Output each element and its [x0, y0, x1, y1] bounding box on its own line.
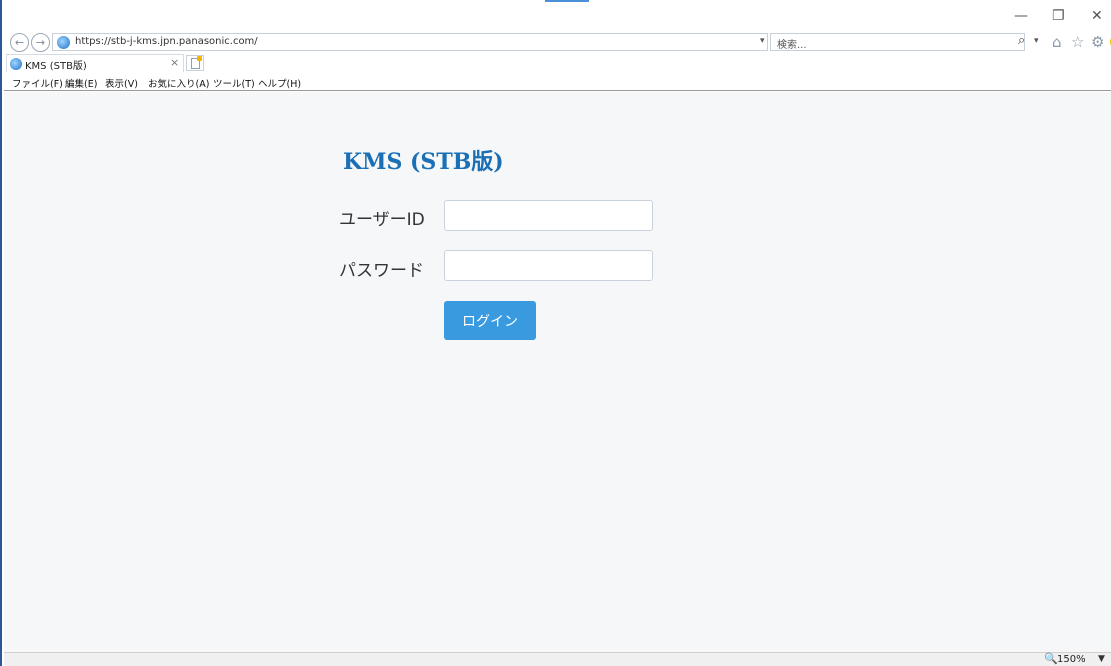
- page-content: KMS (STB版) ユーザーID パスワード ログイン: [4, 92, 1111, 652]
- menu-item-favorites[interactable]: お気に入り(A): [148, 76, 209, 90]
- minimize-icon[interactable]: —: [1014, 8, 1028, 24]
- tab-row: KMS (STB版) ×: [4, 54, 1111, 72]
- star-icon[interactable]: ☆: [1071, 33, 1084, 51]
- zoom-icon[interactable]: 🔍: [1044, 652, 1058, 665]
- window-top-indicator: [545, 0, 589, 2]
- restore-icon[interactable]: ❐: [1052, 8, 1065, 24]
- home-icon[interactable]: ⌂: [1052, 33, 1062, 51]
- url-text[interactable]: https://stb-j-kms.jpn.panasonic.com/: [75, 36, 258, 47]
- menu-item-tools[interactable]: ツール(T): [213, 76, 255, 90]
- password-label: パスワード: [339, 261, 424, 281]
- tab-kms[interactable]: KMS (STB版) ×: [6, 54, 184, 72]
- status-bar: 🔍 150% ▼: [4, 652, 1111, 666]
- tab-title: KMS (STB版): [25, 61, 87, 72]
- menu-item-file[interactable]: ファイル(F): [12, 76, 63, 90]
- login-button[interactable]: ログイン: [444, 301, 536, 340]
- browser-window: — ❐ ✕ ← → https://stb-j-kms.jpn.panasoni…: [0, 0, 1111, 666]
- tab-favicon-icon: [10, 58, 22, 70]
- user-id-field[interactable]: [444, 200, 653, 231]
- address-row: ← → https://stb-j-kms.jpn.panasonic.com/…: [8, 33, 1111, 52]
- page-icon: [57, 36, 70, 49]
- search-placeholder: 検索...: [777, 40, 807, 51]
- page-title: KMS (STB版): [343, 149, 504, 175]
- new-tab-icon[interactable]: [186, 55, 204, 71]
- zoom-level[interactable]: 150%: [1057, 654, 1086, 665]
- search-icon[interactable]: ⌕: [1018, 33, 1025, 48]
- address-dropdown-icon[interactable]: ▾: [760, 36, 765, 46]
- menu-bar: ファイル(F) 編集(E) 表示(V) お気に入り(A) ツール(T) ヘルプ(…: [4, 74, 1111, 91]
- menu-item-view[interactable]: 表示(V): [105, 76, 138, 90]
- search-dropdown-icon[interactable]: ▾: [1034, 36, 1039, 46]
- user-id-label: ユーザーID: [339, 210, 425, 230]
- menu-item-edit[interactable]: 編集(E): [65, 76, 97, 90]
- back-icon[interactable]: ←: [10, 33, 29, 52]
- password-field[interactable]: [444, 250, 653, 281]
- tab-close-icon[interactable]: ×: [170, 56, 179, 69]
- address-bar[interactable]: https://stb-j-kms.jpn.panasonic.com/ ▾ ↻: [52, 33, 796, 51]
- gear-icon[interactable]: ⚙: [1091, 33, 1104, 51]
- forward-icon[interactable]: →: [31, 33, 50, 52]
- menu-item-help[interactable]: ヘルプ(H): [258, 76, 301, 90]
- close-icon[interactable]: ✕: [1091, 8, 1103, 24]
- search-input[interactable]: 検索...: [770, 33, 1025, 51]
- zoom-dropdown-icon[interactable]: ▼: [1098, 654, 1105, 664]
